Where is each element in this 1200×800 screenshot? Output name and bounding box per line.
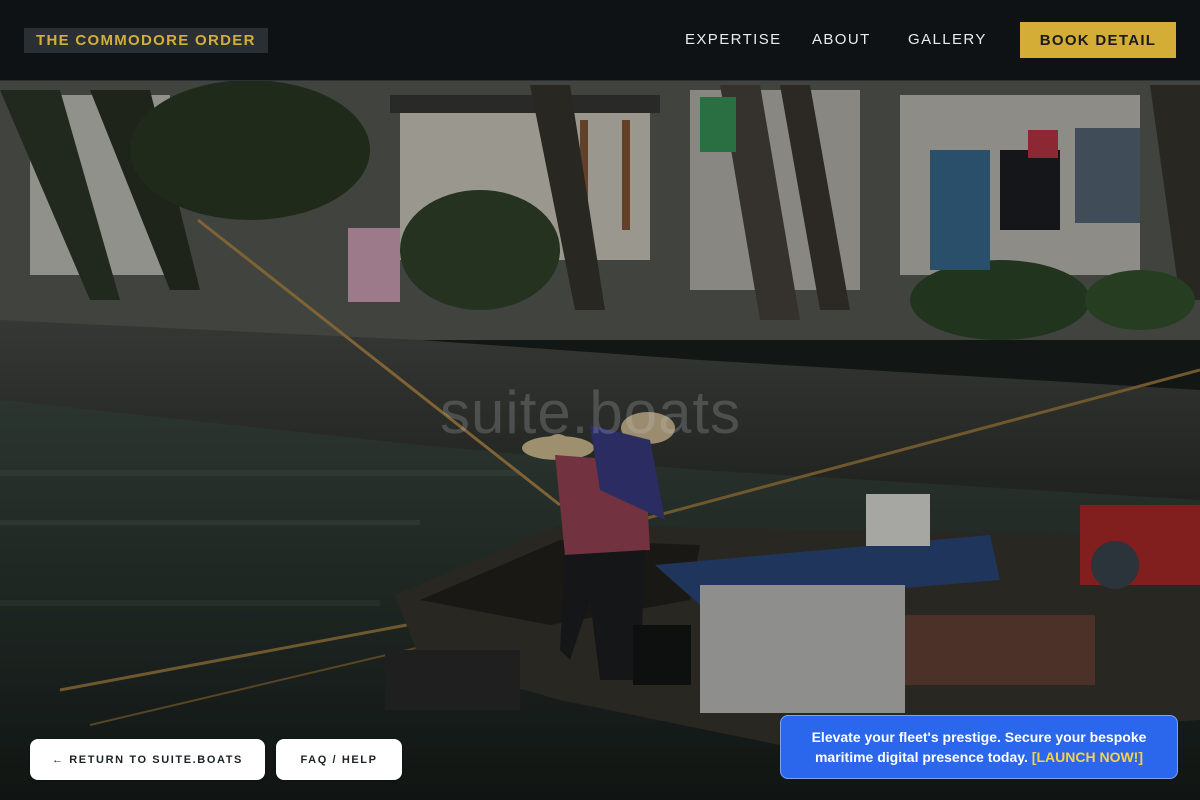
nav-link-gallery[interactable]: GALLERY: [908, 31, 987, 48]
brand-logo[interactable]: THE COMMODORE ORDER: [24, 28, 268, 53]
book-detail-button[interactable]: BOOK DETAIL: [1020, 22, 1176, 58]
watermark-text: suite.boats: [440, 379, 742, 446]
promo-launch-link[interactable]: [LAUNCH NOW!]: [1032, 749, 1143, 765]
promo-text-wrap: Elevate your fleet's prestige. Secure yo…: [803, 727, 1155, 767]
top-navigation-bar: THE COMMODORE ORDER EXPERTISE ABOUT GALL…: [0, 0, 1200, 81]
hero-background-photo: suite.boats: [0, 0, 1200, 800]
promo-banner[interactable]: Elevate your fleet's prestige. Secure yo…: [780, 715, 1178, 779]
return-to-suite-boats-button[interactable]: ← RETURN TO SUITE.BOATS: [30, 739, 265, 780]
faq-help-button[interactable]: FAQ / HELP: [276, 739, 402, 780]
nav-link-about[interactable]: ABOUT: [812, 31, 871, 48]
nav-link-expertise[interactable]: EXPERTISE: [685, 31, 782, 48]
